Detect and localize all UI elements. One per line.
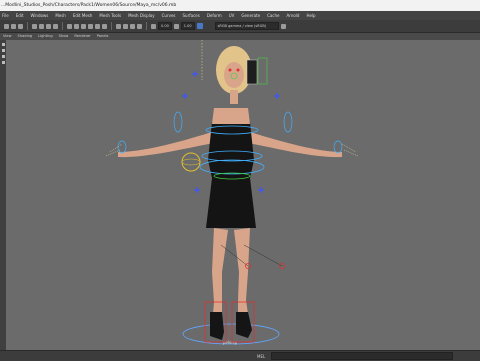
panel-menu-show[interactable]: Show (59, 33, 69, 40)
right-finger-controls[interactable] (341, 143, 359, 157)
backface-icon[interactable] (137, 23, 142, 29)
right-leg (234, 228, 250, 314)
menu-curves[interactable]: Curves (162, 11, 176, 20)
toolbar-divider (111, 22, 112, 30)
left-leg (212, 228, 228, 314)
menu-cache[interactable]: Cache (267, 11, 279, 20)
menu-file[interactable]: File (2, 11, 9, 20)
face-control-panel[interactable] (246, 59, 258, 85)
gamma-icon[interactable] (173, 23, 179, 29)
lights-icon[interactable] (95, 23, 100, 29)
menu-arnold[interactable]: Arnold (287, 11, 300, 20)
right-clavicle-marker[interactable] (274, 93, 280, 99)
menu-edit[interactable]: Edit (16, 11, 24, 20)
wireframe-on-shaded-icon[interactable] (81, 23, 86, 29)
main-menubar: File Edit Windows Mesh Edit Mesh Mesh To… (0, 11, 480, 20)
panel-menu-lighting[interactable]: Lighting (38, 33, 53, 40)
xray-icon[interactable] (123, 23, 128, 29)
shoulders (212, 108, 250, 124)
shadows-icon[interactable] (102, 23, 107, 29)
left-shoulder-control[interactable] (173, 111, 183, 133)
viewport-toolbar: 0.00 1.00 sRGB gamma / view (sRGB) (0, 20, 480, 33)
right-wrist-control[interactable] (333, 140, 343, 154)
menu-generate[interactable]: Generate (241, 11, 260, 20)
toolbar-divider (27, 22, 28, 30)
menu-help[interactable]: Help (306, 11, 315, 20)
exposure-field[interactable]: 0.00 (158, 22, 172, 30)
command-input[interactable] (271, 352, 454, 360)
left-hip-marker[interactable] (194, 187, 200, 193)
menu-surfaces[interactable]: Surfaces (183, 11, 200, 20)
wireframe-icon[interactable] (67, 23, 72, 29)
right-boot (236, 312, 252, 338)
textured-icon[interactable] (88, 23, 93, 29)
gate-mask-icon[interactable] (53, 23, 58, 29)
menu-deform[interactable]: Deform (207, 11, 222, 20)
left-arm (118, 132, 214, 158)
select-tool-icon[interactable] (2, 43, 5, 46)
viewport-scene: pelvisp (105, 40, 359, 345)
window-title: ...Modlini_Studios_Posh/Characters/Pack1… (0, 0, 480, 11)
head-marker[interactable] (192, 71, 198, 77)
color-management-icon[interactable] (196, 23, 203, 29)
left-clavicle-marker[interactable] (182, 93, 188, 99)
panel-menu-shading[interactable]: Shading (18, 33, 33, 40)
menu-mesh-display[interactable]: Mesh Display (128, 11, 155, 20)
panel-menubar: View Shading Lighting Show Renderer Pane… (0, 33, 480, 40)
gamma-field[interactable]: 1.00 (180, 22, 195, 30)
toolbar-divider (62, 22, 63, 30)
pole-vector-line-right (243, 244, 283, 267)
right-shoulder-control[interactable] (283, 111, 293, 133)
rotate-tool-icon[interactable] (2, 61, 5, 64)
command-line-bar: MEL (0, 350, 480, 361)
lasso-tool-icon[interactable] (2, 49, 5, 52)
move-tool-icon[interactable] (2, 55, 5, 58)
eye-control-right[interactable] (236, 68, 240, 72)
panel-menu-panels[interactable]: Panels (97, 33, 109, 40)
panel-menu-renderer[interactable]: Renderer (74, 33, 90, 40)
menu-uv[interactable]: UV (229, 11, 235, 20)
bookmark-icon[interactable] (18, 23, 23, 29)
lock-camera-icon[interactable] (11, 23, 16, 29)
left-boot (210, 312, 224, 340)
menu-mesh[interactable]: Mesh (55, 11, 66, 20)
smooth-shade-icon[interactable] (74, 23, 79, 29)
toolbar-divider (146, 22, 147, 30)
exposure-icon[interactable] (151, 23, 156, 29)
resolution-gate-icon[interactable] (46, 23, 51, 29)
isolate-select-icon[interactable] (116, 23, 121, 29)
menu-edit-mesh[interactable]: Edit Mesh (73, 11, 93, 20)
select-camera-icon[interactable] (4, 23, 9, 29)
3d-viewport[interactable]: pelvisp (6, 40, 480, 350)
right-hip-marker[interactable] (258, 187, 264, 193)
face (224, 62, 244, 88)
menu-mesh-tools[interactable]: Mesh Tools (99, 11, 121, 20)
xray-joints-icon[interactable] (130, 23, 135, 29)
right-arm (248, 132, 342, 158)
face-control-box[interactable] (257, 57, 268, 85)
eye-control-left[interactable] (228, 68, 232, 72)
root-label: pelvisp (223, 340, 238, 345)
cog-control[interactable] (181, 152, 201, 172)
cog-control-ring (181, 158, 201, 166)
neck (230, 90, 238, 104)
film-gate-icon[interactable] (39, 23, 44, 29)
menu-windows[interactable]: Windows (30, 11, 48, 20)
command-language-label[interactable]: MEL (257, 354, 265, 359)
grid-icon[interactable] (32, 23, 37, 29)
view-transform-options-icon[interactable] (280, 23, 286, 29)
left-wrist-control[interactable] (117, 140, 127, 154)
view-transform-field[interactable]: sRGB gamma / view (sRGB) (214, 22, 279, 30)
panel-menu-view[interactable]: View (3, 33, 12, 40)
